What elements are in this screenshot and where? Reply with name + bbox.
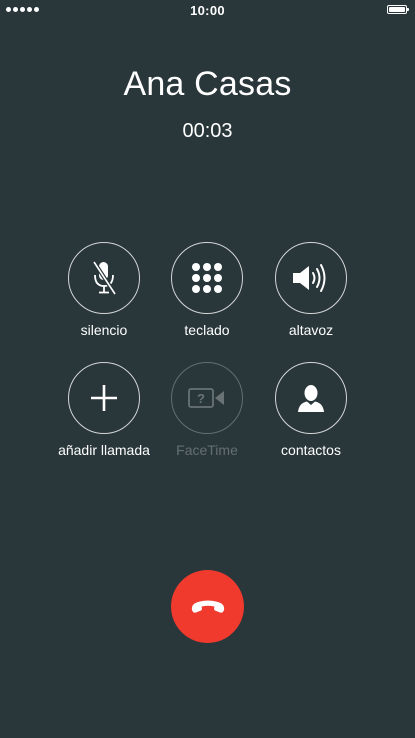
add-call-button-circle[interactable] bbox=[68, 362, 140, 434]
contacts-button[interactable]: contactos bbox=[256, 362, 366, 458]
keypad-button[interactable]: teclado bbox=[152, 242, 262, 338]
battery-icon bbox=[387, 5, 409, 14]
end-call-button[interactable] bbox=[171, 570, 244, 643]
svg-text:?: ? bbox=[197, 391, 205, 406]
facetime-label: FaceTime bbox=[176, 442, 238, 458]
speaker-button-circle[interactable] bbox=[275, 242, 347, 314]
status-time: 10:00 bbox=[190, 3, 225, 18]
speaker-icon bbox=[293, 264, 326, 292]
mute-label: silencio bbox=[80, 322, 128, 338]
mute-button-circle[interactable] bbox=[68, 242, 140, 314]
keypad-button-circle[interactable] bbox=[171, 242, 243, 314]
speaker-label: altavoz bbox=[288, 322, 334, 338]
microphone-muted-icon bbox=[92, 260, 117, 296]
call-duration: 00:03 bbox=[182, 120, 233, 142]
keypad-label: teclado bbox=[184, 322, 230, 338]
status-bar: 10:00 bbox=[0, 0, 415, 20]
facetime-icon: ? bbox=[188, 388, 224, 408]
add-call-button[interactable]: añadir llamada bbox=[49, 362, 159, 458]
hang-up-icon bbox=[191, 600, 224, 613]
contacts-button-circle[interactable] bbox=[275, 362, 347, 434]
add-call-label: añadir llamada bbox=[58, 442, 150, 458]
caller-name: Ana Casas bbox=[123, 65, 292, 103]
mute-button[interactable]: silencio bbox=[49, 242, 159, 338]
contacts-label: contactos bbox=[281, 442, 341, 458]
speaker-button[interactable]: altavoz bbox=[256, 242, 366, 338]
keypad-icon bbox=[192, 263, 222, 293]
facetime-button[interactable]: ? FaceTime bbox=[152, 362, 262, 458]
facetime-button-circle[interactable]: ? bbox=[171, 362, 243, 434]
contact-icon bbox=[298, 385, 324, 412]
plus-icon bbox=[91, 385, 117, 411]
